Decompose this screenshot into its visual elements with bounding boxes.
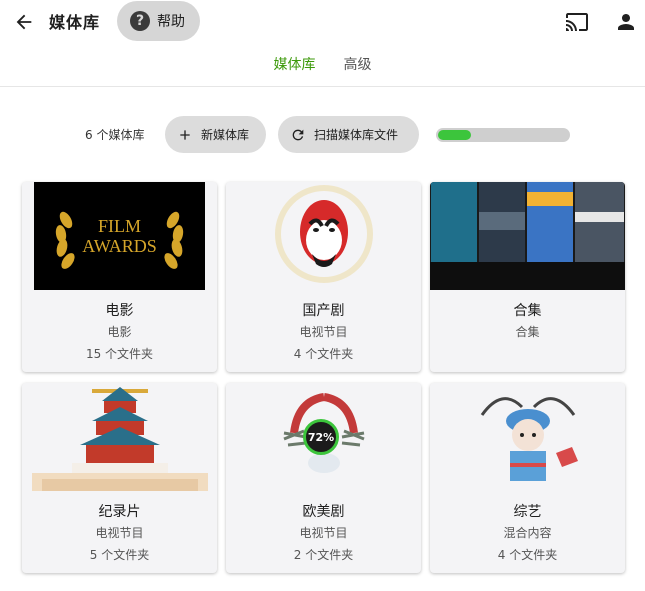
library-thumbnail (430, 182, 625, 290)
library-count: 6 个媒体库 (85, 128, 145, 142)
library-type: 电视节目 (299, 325, 348, 339)
library-title: 合集 (513, 303, 542, 319)
library-card-documentary[interactable]: 纪录片 电视节目 5 个文件夹 (22, 383, 217, 573)
library-thumbnail (22, 383, 217, 491)
arrow-back-icon (16, 14, 32, 30)
library-card-western-drama[interactable]: 72% 欧美剧 电视节目 2 个文件夹 (226, 383, 421, 573)
svg-text:FILM: FILM (98, 216, 141, 236)
new-library-button[interactable]: 新媒体库 (165, 116, 266, 153)
library-title: 电影 (105, 303, 134, 319)
library-toolbar: 6 个媒体库 新媒体库 扫描媒体库文件 (0, 116, 645, 153)
cast-button[interactable] (563, 8, 591, 36)
library-thumbnail (430, 383, 625, 491)
scan-progress-fill (438, 130, 471, 140)
library-type: 电影 (107, 325, 132, 339)
library-thumbnail: 72% (226, 383, 421, 491)
library-folder-count: 4 个文件夹 (293, 347, 354, 361)
temple-of-heaven-image (31, 387, 208, 491)
back-button[interactable] (10, 8, 38, 36)
library-type: 电视节目 (95, 526, 144, 540)
library-card-movies[interactable]: FILM AWARDS 电影 电影 15 个文件夹 (22, 182, 217, 372)
user-account-button[interactable] (612, 8, 640, 36)
library-type: 合集 (515, 325, 540, 339)
header-divider (0, 86, 645, 87)
library-title: 欧美剧 (302, 504, 345, 520)
scan-progress-bar (436, 128, 570, 142)
library-thumbnail (226, 182, 421, 290)
library-folder-count: 15 个文件夹 (85, 347, 154, 361)
scan-library-label: 扫描媒体库文件 (314, 128, 399, 142)
plus-icon (177, 127, 193, 143)
opera-figure-image (480, 397, 578, 481)
library-folder-count: 5 个文件夹 (89, 548, 150, 562)
library-folder-count: 4 个文件夹 (497, 548, 558, 562)
library-title: 国产剧 (302, 303, 345, 319)
library-title: 综艺 (513, 504, 542, 520)
library-card-variety[interactable]: 综艺 混合内容 4 个文件夹 (430, 383, 625, 573)
library-type: 混合内容 (503, 526, 552, 540)
cast-icon (566, 13, 588, 31)
library-folder-count: 2 个文件夹 (293, 548, 354, 562)
library-card-collections[interactable]: 合集 合集 (430, 182, 625, 372)
help-label: 帮助 (157, 14, 185, 30)
opera-mask-image (274, 185, 373, 283)
app-header: 媒体库 ? 帮助 (0, 0, 645, 44)
scan-library-button[interactable]: 扫描媒体库文件 (278, 116, 419, 153)
account-icon (618, 14, 634, 30)
library-progress-badge: 72% (303, 419, 339, 455)
help-circle-icon: ? (130, 11, 150, 31)
library-thumbnail: FILM AWARDS (22, 182, 217, 290)
tab-advanced[interactable]: 高级 (342, 50, 374, 78)
svg-text:AWARDS: AWARDS (82, 236, 157, 256)
poster-collage-image (430, 182, 625, 290)
help-button[interactable]: ? 帮助 (117, 1, 200, 41)
refresh-icon (290, 127, 306, 143)
library-title: 纪录片 (98, 504, 141, 520)
page-title: 媒体库 (49, 13, 101, 32)
library-type: 电视节目 (299, 526, 348, 540)
tab-bar: 媒体库 高级 (0, 50, 645, 78)
tab-libraries[interactable]: 媒体库 (272, 50, 318, 78)
library-card-chinese-drama[interactable]: 国产剧 电视节目 4 个文件夹 (226, 182, 421, 372)
new-library-label: 新媒体库 (201, 128, 250, 142)
film-awards-image: FILM AWARDS (34, 182, 205, 290)
